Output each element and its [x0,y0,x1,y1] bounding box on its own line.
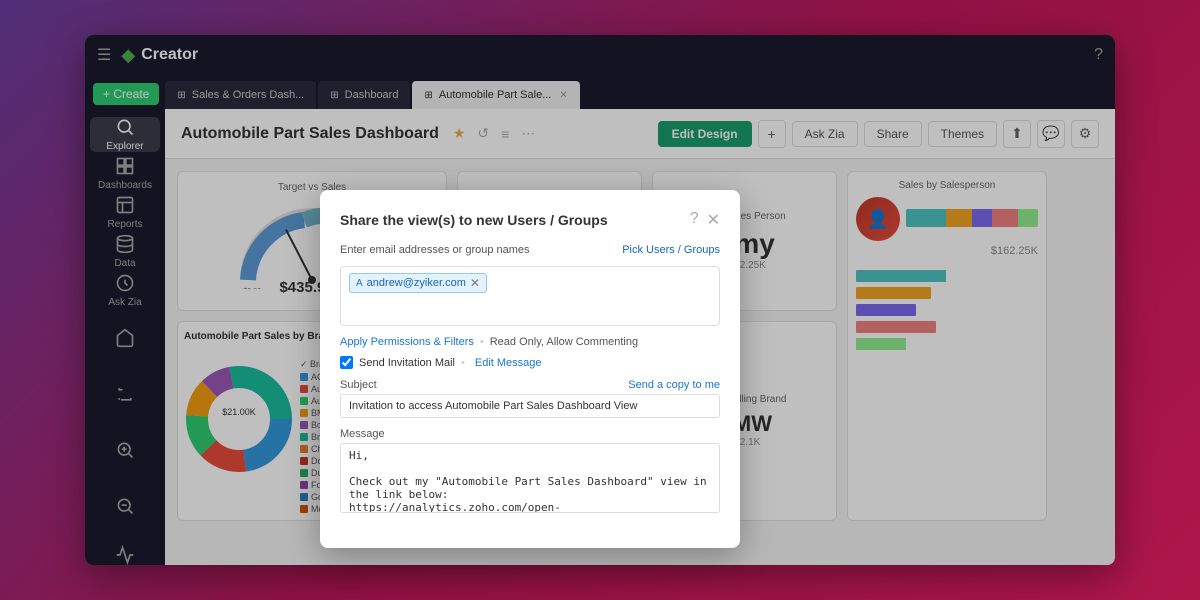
email-tag-value: andrew@zyiker.com [367,277,466,289]
email-tag: A andrew@zyiker.com ✕ [349,273,487,293]
permissions-value: Read Only, Allow Commenting [490,336,638,348]
dialog-close-icon[interactable]: ✕ [707,210,720,230]
dialog-actions: ? ✕ [690,210,720,230]
pick-users-link[interactable]: Pick Users / Groups [622,244,720,262]
email-text-input[interactable] [491,273,711,293]
dialog-overlay: Share the view(s) to new Users / Groups … [85,35,1115,565]
subject-label: Subject Send a copy to me [340,379,720,391]
dialog-title: Share the view(s) to new Users / Groups [340,212,608,228]
dialog-header: Share the view(s) to new Users / Groups … [340,210,720,230]
permissions-link[interactable]: Apply Permissions & Filters [340,336,474,348]
share-dialog: Share the view(s) to new Users / Groups … [320,190,740,548]
dialog-help-icon[interactable]: ? [690,210,699,230]
send-invitation-checkbox[interactable] [340,356,353,369]
email-tag-icon: A [356,278,363,289]
send-copy-link[interactable]: Send a copy to me [628,379,720,391]
message-label: Message [340,428,720,440]
subject-input[interactable] [340,394,720,418]
edit-message-link[interactable]: Edit Message [475,357,542,369]
email-input-box[interactable]: A andrew@zyiker.com ✕ [340,266,720,326]
email-tag-remove-icon[interactable]: ✕ [470,276,480,290]
send-invitation-row: Send Invitation Mail • Edit Message [340,356,720,369]
email-label: Enter email addresses or group names [340,244,530,256]
subject-field: Subject Send a copy to me [340,379,720,418]
message-textarea[interactable]: Hi, Check out my "Automobile Part Sales … [340,443,720,513]
permissions-row: Apply Permissions & Filters • Read Only,… [340,336,720,348]
message-field: Message Hi, Check out my "Automobile Par… [340,428,720,518]
send-invitation-label: Send Invitation Mail [359,357,455,369]
email-label-row: Enter email addresses or group names Pic… [340,244,720,262]
